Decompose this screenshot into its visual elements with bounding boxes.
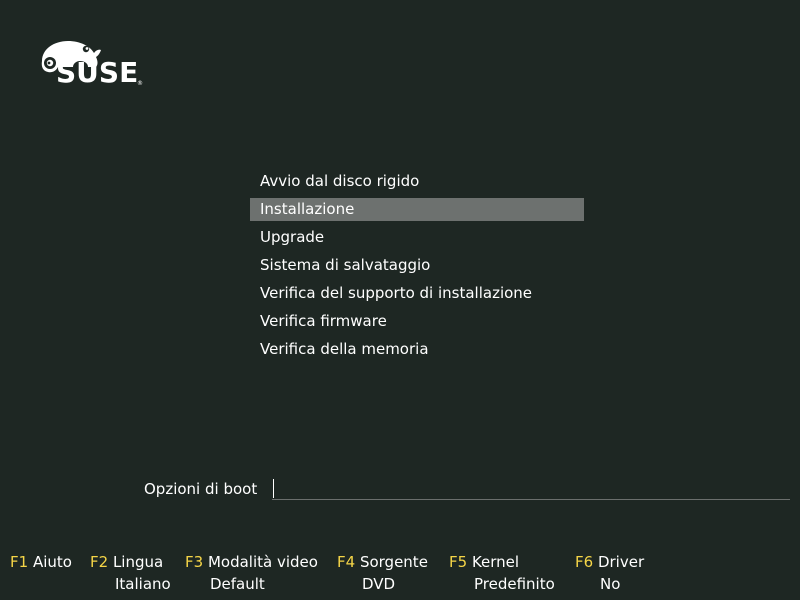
fkey-language[interactable]: F2 Lingua Italiano bbox=[90, 551, 171, 595]
menu-item-label: Verifica della memoria bbox=[260, 340, 429, 358]
fkey-source[interactable]: F4 Sorgente DVD bbox=[337, 551, 428, 595]
fkey-value: Default bbox=[210, 575, 265, 593]
menu-item-label: Verifica firmware bbox=[260, 312, 387, 330]
boot-options-field bbox=[272, 478, 794, 500]
fkey-value: Predefinito bbox=[474, 575, 555, 593]
fkey-kernel[interactable]: F5 Kernel Predefinito bbox=[449, 551, 555, 595]
menu-item-label: Avvio dal disco rigido bbox=[260, 172, 420, 190]
fkey-name: Sorgente bbox=[359, 553, 428, 571]
fkey-name: Modalità video bbox=[207, 553, 318, 571]
menu-item-label: Sistema di salvataggio bbox=[260, 256, 431, 274]
menu-item-label: Installazione bbox=[250, 198, 584, 221]
fkey-driver[interactable]: F6 Driver No bbox=[575, 551, 644, 595]
menu-item-rescue-system[interactable]: Sistema di salvataggio bbox=[250, 254, 584, 282]
registered-mark: ® bbox=[137, 80, 143, 87]
menu-item-firmware-test[interactable]: Verifica firmware bbox=[250, 310, 584, 338]
fkey-label: F5 bbox=[449, 553, 468, 571]
fkey-value: No bbox=[600, 575, 621, 593]
fkey-label: F3 bbox=[185, 553, 204, 571]
text-cursor bbox=[273, 479, 274, 498]
boot-menu: Avvio dal disco rigido Installazione Upg… bbox=[250, 170, 584, 366]
fkey-value: DVD bbox=[362, 575, 396, 593]
fkey-name: Aiuto bbox=[32, 553, 72, 571]
boot-options-label: Opzioni di boot bbox=[144, 480, 258, 498]
fkey-label: F1 bbox=[10, 553, 29, 571]
menu-item-label: Upgrade bbox=[260, 228, 325, 246]
fkey-label: F4 bbox=[337, 553, 356, 571]
logo-wordmark: SUSE bbox=[56, 56, 139, 89]
menu-item-media-check[interactable]: Verifica del supporto di installazione bbox=[250, 282, 584, 310]
fkey-name: Kernel bbox=[471, 553, 520, 571]
menu-item-installation[interactable]: Installazione bbox=[250, 198, 584, 226]
fkey-video-mode[interactable]: F3 Modalità video Default bbox=[185, 551, 318, 595]
fkey-value: Italiano bbox=[115, 575, 171, 593]
boot-options-input[interactable] bbox=[272, 478, 794, 498]
menu-item-hard-disk[interactable]: Avvio dal disco rigido bbox=[250, 170, 584, 198]
fkey-name: Driver bbox=[597, 553, 645, 571]
menu-item-label: Verifica del supporto di installazione bbox=[260, 284, 533, 302]
fkey-name: Lingua bbox=[112, 553, 164, 571]
menu-item-memory-test[interactable]: Verifica della memoria bbox=[250, 338, 584, 366]
fkey-help[interactable]: F1 Aiuto bbox=[10, 551, 72, 573]
fkey-label: F2 bbox=[90, 553, 109, 571]
fkey-label: F6 bbox=[575, 553, 594, 571]
menu-item-upgrade[interactable]: Upgrade bbox=[250, 226, 584, 254]
